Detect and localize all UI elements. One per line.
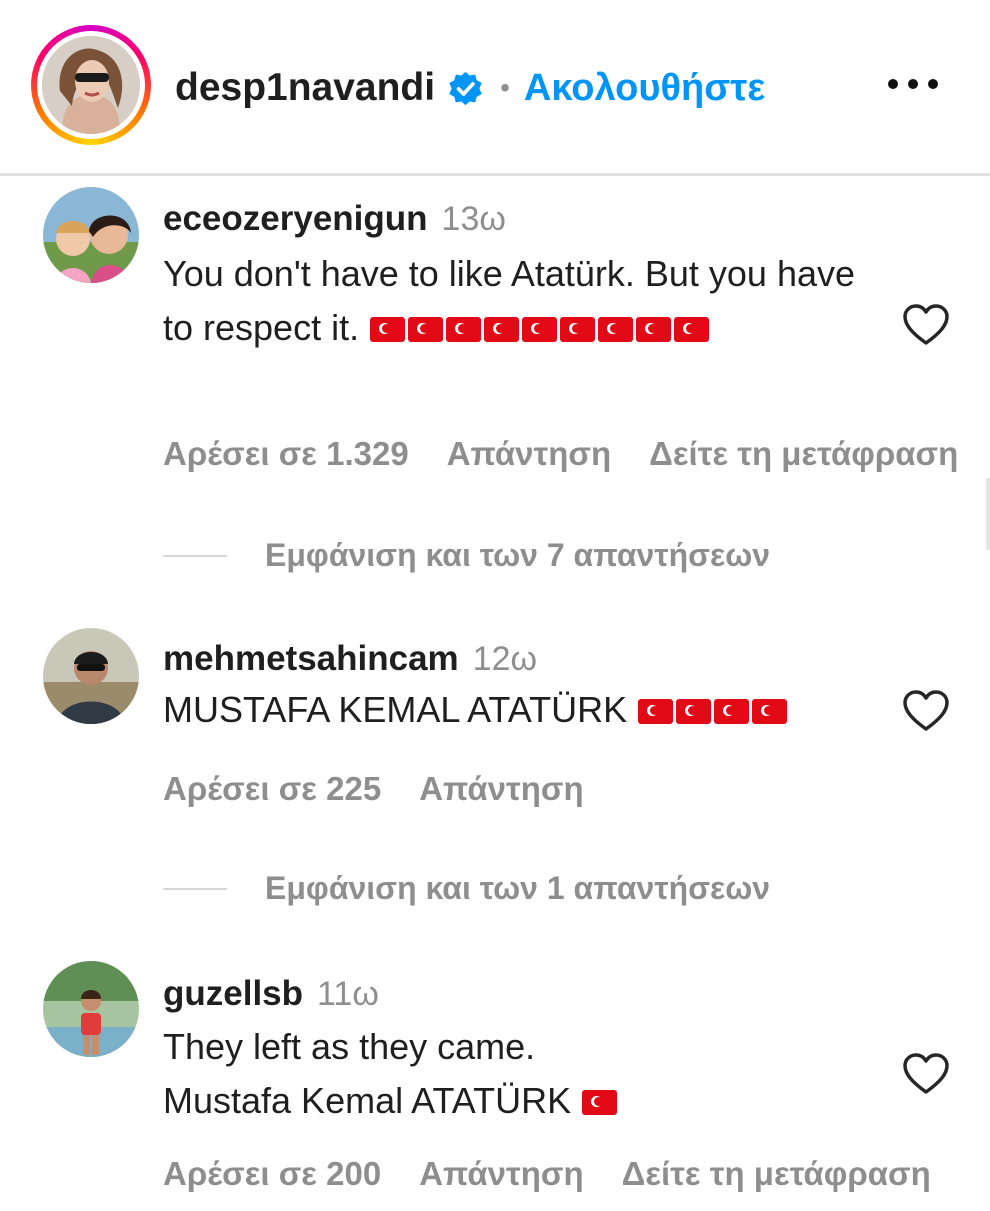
reply-button[interactable]: Απάντηση bbox=[447, 435, 611, 473]
comment-body: mehmetsahincam 12ω MUSTAFA KEMAL ATATÜRK bbox=[163, 637, 883, 737]
author-avatar[interactable] bbox=[42, 36, 140, 134]
view-replies-button[interactable]: Εμφάνιση και των 7 απαντήσεων bbox=[265, 537, 770, 574]
view-replies-button[interactable]: Εμφάνιση και των 1 απαντήσεων bbox=[265, 870, 770, 907]
story-ring[interactable] bbox=[31, 25, 151, 145]
see-translation-link[interactable]: Δείτε τη μετάφραση bbox=[622, 1155, 931, 1193]
view-replies-row[interactable]: Εμφάνιση και των 7 απαντήσεων bbox=[163, 537, 770, 574]
reply-button[interactable]: Απάντηση bbox=[419, 1155, 583, 1193]
turkey-flag-icon bbox=[370, 317, 406, 342]
likes-count[interactable]: Αρέσει σε 200 bbox=[163, 1155, 381, 1193]
comment-username[interactable]: eceozeryenigun bbox=[163, 199, 428, 239]
like-heart-icon[interactable] bbox=[902, 689, 950, 733]
commenter-avatar-image bbox=[43, 187, 139, 283]
turkey-flag-icon bbox=[598, 317, 634, 342]
more-options-icon[interactable] bbox=[888, 72, 938, 96]
commenter-avatar[interactable] bbox=[43, 187, 139, 283]
turkey-flag-icon bbox=[408, 317, 444, 342]
verified-badge-icon bbox=[449, 71, 482, 105]
turkey-flag-icon bbox=[752, 699, 788, 724]
comment-text-line-2: Mustafa Kemal ATATÜRK bbox=[163, 1080, 572, 1121]
turkey-flag-icon bbox=[676, 699, 712, 724]
turkey-flag-icon bbox=[636, 317, 672, 342]
comment-timestamp[interactable]: 11ω bbox=[317, 975, 379, 1014]
view-replies-row[interactable]: Εμφάνιση και των 1 απαντήσεων bbox=[163, 870, 770, 907]
turkey-flag-emojis bbox=[367, 301, 710, 355]
follow-button[interactable]: Ακολουθήστε bbox=[524, 67, 765, 110]
comment-body: eceozeryenigun 13ω You don't have to lik… bbox=[163, 197, 883, 355]
commenter-avatar[interactable] bbox=[43, 628, 139, 724]
comment-actions: Αρέσει σε 200 Απάντηση Δείτε τη μετάφρασ… bbox=[163, 1155, 969, 1193]
post-header: desp1navandi • Ακολουθήστε bbox=[0, 0, 990, 172]
likes-count[interactable]: Αρέσει σε 1.329 bbox=[163, 435, 409, 473]
comment-username[interactable]: guzellsb bbox=[163, 974, 303, 1014]
header-divider bbox=[0, 173, 990, 176]
like-heart-icon[interactable] bbox=[902, 1052, 950, 1096]
separator-dot: • bbox=[500, 72, 510, 103]
likes-count[interactable]: Αρέσει σε 225 bbox=[163, 770, 381, 808]
author-avatar-image bbox=[42, 36, 140, 134]
turkey-flag-icon bbox=[522, 317, 558, 342]
reply-button[interactable]: Απάντηση bbox=[419, 770, 583, 808]
author-row: desp1navandi • Ακολουθήστε bbox=[175, 60, 765, 116]
commenter-avatar[interactable] bbox=[43, 961, 139, 1057]
see-translation-link[interactable]: Δείτε τη μετάφραση bbox=[649, 435, 958, 473]
comment-body: guzellsb 11ω They left as they came. Mus… bbox=[163, 972, 883, 1128]
comment-username[interactable]: mehmetsahincam bbox=[163, 639, 459, 679]
comment-timestamp[interactable]: 12ω bbox=[473, 640, 537, 679]
commenter-avatar-image bbox=[43, 628, 139, 724]
comment-text-line-1: They left as they came. bbox=[163, 1026, 536, 1067]
scrollbar[interactable] bbox=[986, 478, 990, 550]
turkey-flag-icon bbox=[638, 699, 674, 724]
turkey-flag-icon bbox=[560, 317, 596, 342]
author-username[interactable]: desp1navandi bbox=[175, 66, 435, 110]
turkey-flag-icon bbox=[674, 317, 710, 342]
turkey-flag-icon bbox=[484, 317, 520, 342]
comment-text: MUSTAFA KEMAL ATATÜRK bbox=[163, 689, 628, 730]
like-heart-icon[interactable] bbox=[902, 303, 950, 347]
turkey-flag-icon bbox=[582, 1090, 618, 1115]
turkey-flag-icon bbox=[446, 317, 482, 342]
comment-actions: Αρέσει σε 1.329 Απάντηση Δείτε τη μετάφρ… bbox=[163, 435, 990, 473]
turkey-flag-icon bbox=[714, 699, 750, 724]
comment-actions: Αρέσει σε 225 Απάντηση bbox=[163, 770, 622, 808]
replies-divider-line bbox=[163, 887, 227, 890]
commenter-avatar-image bbox=[43, 961, 139, 1057]
replies-divider-line bbox=[163, 554, 227, 557]
turkey-flag-emojis bbox=[635, 683, 788, 737]
turkey-flag-emojis bbox=[579, 1074, 618, 1128]
comment-timestamp[interactable]: 13ω bbox=[442, 200, 506, 239]
